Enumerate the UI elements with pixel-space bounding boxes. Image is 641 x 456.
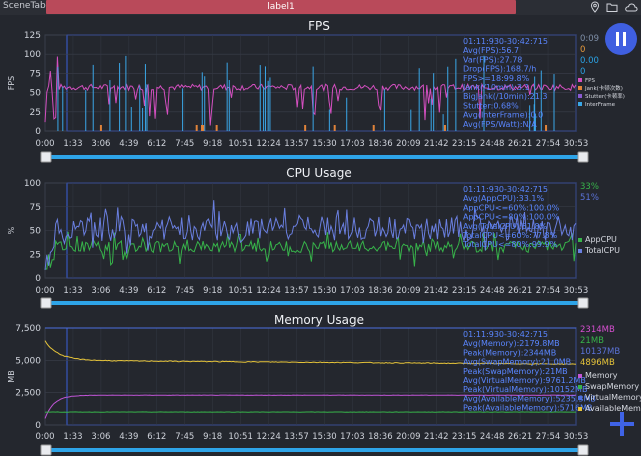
x-tick-label: 4:39 [119, 432, 138, 442]
x-tick-label: 3:06 [91, 432, 110, 442]
add-button[interactable] [608, 410, 636, 438]
current-value: 2314MB [580, 325, 615, 335]
x-tick-label: 27:54 [536, 432, 561, 442]
memory-chart: 0 2,500 5,000 7,500 0:00 1:33 3:06 4:39 6:12 7:45… [7, 324, 641, 456]
stat-line: Avg(VirtualMemory):9761.2MB [463, 376, 586, 385]
stat-line: Avg(AvailableMemory):5235.3MB [463, 394, 596, 403]
x-tick-label: 1:33 [63, 432, 82, 442]
x-tick-label: 26:21 [508, 432, 533, 442]
stat-line: Peak(SwapMemory):21MB [463, 367, 568, 376]
x-tick-label: 12:24 [256, 432, 281, 442]
x-tick-label: 20:09 [396, 432, 421, 442]
x-tick-label: 9:18 [203, 432, 222, 442]
stat-line: Peak(VirtualMemory):10152MB [463, 385, 587, 394]
stat-line: Avg(Memory):2179.8MB [463, 339, 560, 348]
x-tick-label: 7:45 [175, 432, 194, 442]
stat-line: 01:11:930-30:42:715 [463, 330, 548, 339]
x-tick-label: 10:51 [228, 432, 253, 442]
x-tick-label: 23:15 [452, 432, 477, 442]
x-tick-label: 24:48 [480, 432, 505, 442]
range-handle-start [40, 444, 52, 456]
legend-swatch [578, 407, 582, 411]
stat-line: Avg(SwapMemory):21.0MB [463, 358, 571, 367]
x-tick-label: 21:42 [424, 432, 449, 442]
x-tick-label: 0:00 [35, 432, 54, 442]
y-axis-label: MB [7, 370, 16, 382]
x-tick-label: 17:03 [340, 432, 365, 442]
legend-swatch [578, 396, 582, 400]
y-tick-label: 5,000 [15, 356, 41, 366]
time-range-track [45, 448, 584, 452]
legend-label: Memory [585, 371, 618, 380]
x-tick-label: 18:36 [368, 432, 393, 442]
legend-swatch [578, 385, 582, 389]
x-tick-label: 15:30 [312, 432, 337, 442]
plus-icon [610, 412, 634, 436]
y-tick-label: 2,500 [15, 389, 41, 399]
stat-line: Peak(Memory):2344MB [463, 348, 556, 357]
legend-label: SwapMemory [585, 382, 639, 391]
current-value: 10137MB [580, 347, 620, 357]
legend-swatch [578, 374, 582, 378]
stat-line: Peak(AvailableMemory):5716MB [463, 404, 592, 413]
x-tick-label: 30:53 [564, 432, 589, 442]
range-handle-end [577, 444, 589, 456]
x-tick-label: 6:12 [147, 432, 166, 442]
current-value: 4896MB [580, 358, 615, 368]
y-tick-label: 7,500 [15, 324, 41, 334]
pause-button[interactable] [605, 23, 637, 55]
y-tick-label: 0 [35, 421, 41, 431]
pause-icon [616, 32, 626, 46]
x-tick-label: 13:57 [284, 432, 309, 442]
legend-label: VirtualMemory [585, 393, 641, 402]
current-value: 21MB [580, 336, 604, 346]
